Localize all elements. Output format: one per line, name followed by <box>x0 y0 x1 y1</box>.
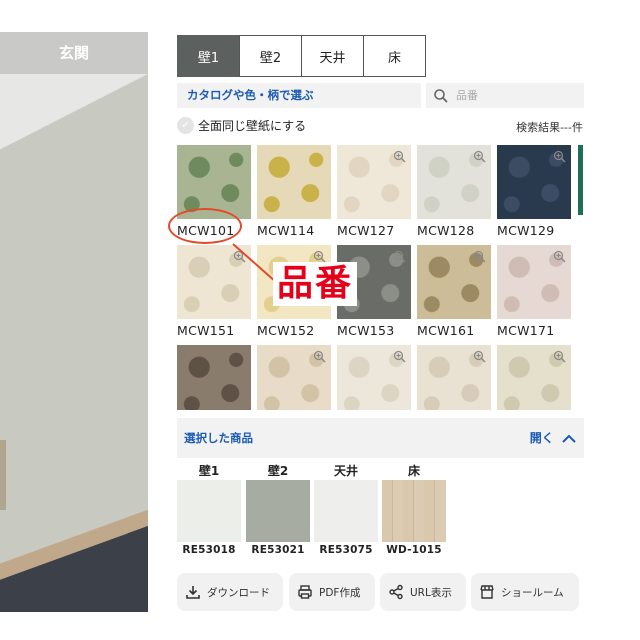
showroom-label: ショールーム <box>501 586 564 599</box>
tab-ceiling[interactable]: 天井 <box>301 35 364 77</box>
selected-item-label: 天井 <box>333 464 358 478</box>
product-tile[interactable]: MCW127 <box>337 145 411 238</box>
selected-item-label: 壁2 <box>267 464 289 478</box>
product-swatch[interactable] <box>257 345 331 410</box>
product-tile[interactable] <box>177 345 251 410</box>
search-input[interactable] <box>454 88 574 103</box>
product-tile[interactable]: MCW151 <box>177 245 251 338</box>
product-code: MCW161 <box>417 323 475 338</box>
zoom-icon[interactable] <box>553 250 566 263</box>
product-swatch[interactable] <box>417 345 491 410</box>
download-icon <box>186 586 200 599</box>
product-code: MCW151 <box>177 323 235 338</box>
surface-tabs: 壁1 壁2 天井 床 <box>177 35 426 77</box>
product-swatch[interactable] <box>257 145 331 219</box>
same-wallpaper-label: 全面同じ壁紙にする <box>198 119 307 133</box>
grid-scrollbar[interactable] <box>578 145 583 215</box>
zoom-icon[interactable] <box>473 150 486 163</box>
search-icon <box>434 88 448 103</box>
selected-item-swatch <box>382 480 446 542</box>
share-icon <box>389 584 403 600</box>
annotation-circle <box>168 208 242 244</box>
check-icon[interactable]: ✓ <box>177 117 194 134</box>
zoom-icon[interactable] <box>393 150 406 163</box>
product-tile[interactable]: MCW129 <box>497 145 571 238</box>
store-icon <box>480 585 494 599</box>
pdf-label: PDF作成 <box>319 586 361 599</box>
product-tile[interactable] <box>497 345 571 410</box>
catalog-filter-button[interactable]: カタログや色・柄で選ぶ <box>177 83 421 108</box>
selected-item-label: 床 <box>407 464 420 478</box>
expand-label: 開く <box>529 431 554 445</box>
selected-item-wall1[interactable]: 壁1 RE53018 <box>177 462 241 556</box>
zoom-icon[interactable] <box>553 150 566 163</box>
door-frame <box>0 440 6 510</box>
product-swatch[interactable] <box>337 345 411 410</box>
download-label: ダウンロード <box>207 586 270 599</box>
zoom-icon[interactable] <box>553 350 566 363</box>
product-tile[interactable] <box>337 345 411 410</box>
product-swatch[interactable] <box>497 145 571 219</box>
zoom-icon[interactable] <box>473 350 486 363</box>
product-tile[interactable]: MCW171 <box>497 245 571 338</box>
printer-icon <box>298 585 312 599</box>
selected-products-title: 選択した商品 <box>184 431 253 445</box>
url-button[interactable]: URL表示 <box>380 573 466 611</box>
selected-item-wall2[interactable]: 壁2 RE53021 <box>246 462 310 556</box>
product-swatch[interactable] <box>337 145 411 219</box>
product-swatch[interactable] <box>417 145 491 219</box>
tab-wall1[interactable]: 壁1 <box>177 35 240 77</box>
pdf-button[interactable]: PDF作成 <box>289 573 375 611</box>
selected-item-label: 壁1 <box>198 464 220 478</box>
selected-item-floor[interactable]: 床 WD-1015 <box>382 462 446 556</box>
product-tile[interactable]: MCW114 <box>257 145 331 238</box>
selected-item-swatch <box>177 480 241 542</box>
product-code: MCW128 <box>417 223 475 238</box>
zoom-icon[interactable] <box>313 350 326 363</box>
zoom-icon[interactable] <box>393 250 406 263</box>
product-code: MCW129 <box>497 223 555 238</box>
zoom-icon[interactable] <box>233 250 246 263</box>
showroom-button[interactable]: ショールーム <box>471 573 579 611</box>
product-code: MCW114 <box>257 223 315 238</box>
product-tile[interactable] <box>417 345 491 410</box>
search-box <box>426 83 584 108</box>
product-code: MCW153 <box>337 323 395 338</box>
tab-wall2[interactable]: 壁2 <box>239 35 302 77</box>
selected-item-code: RE53075 <box>319 544 373 556</box>
zoom-icon[interactable] <box>393 350 406 363</box>
selected-item-code: RE53021 <box>251 544 305 556</box>
product-swatch[interactable] <box>497 245 571 319</box>
product-swatch[interactable] <box>417 245 491 319</box>
product-tile[interactable]: MCW161 <box>417 245 491 338</box>
tab-floor[interactable]: 床 <box>363 35 426 77</box>
selected-item-ceiling[interactable]: 天井 RE53075 <box>314 462 378 556</box>
product-code: MCW152 <box>257 323 315 338</box>
same-wallpaper-option[interactable]: ✓ 全面同じ壁紙にする <box>177 117 306 134</box>
product-grid: MCW101 MCW114 MCW127 MCW128 MCW129 MCW151 MCW1… <box>177 145 580 410</box>
chevron-up-icon <box>562 434 576 443</box>
product-code: MCW127 <box>337 223 395 238</box>
product-code: MCW171 <box>497 323 555 338</box>
expand-button[interactable]: 開く <box>530 418 576 458</box>
selected-item-swatch <box>314 480 378 542</box>
selected-products-bar: 選択した商品 開く <box>177 418 584 458</box>
zoom-icon[interactable] <box>473 250 486 263</box>
room-title: 玄関 <box>0 32 148 74</box>
result-count: 検索結果---件 <box>516 121 583 134</box>
product-swatch[interactable] <box>177 245 251 319</box>
product-tile[interactable]: MCW128 <box>417 145 491 238</box>
product-swatch[interactable] <box>497 345 571 410</box>
url-label: URL表示 <box>410 586 452 599</box>
selected-item-swatch <box>246 480 310 542</box>
product-swatch[interactable] <box>177 345 251 410</box>
annotation-label: 品番 <box>273 262 358 306</box>
product-tile[interactable] <box>257 345 331 410</box>
selected-item-code: WD-1015 <box>386 544 442 556</box>
selected-item-code: RE53018 <box>182 544 236 556</box>
download-button[interactable]: ダウンロード <box>177 573 283 611</box>
room-preview: 玄関 <box>0 0 148 612</box>
